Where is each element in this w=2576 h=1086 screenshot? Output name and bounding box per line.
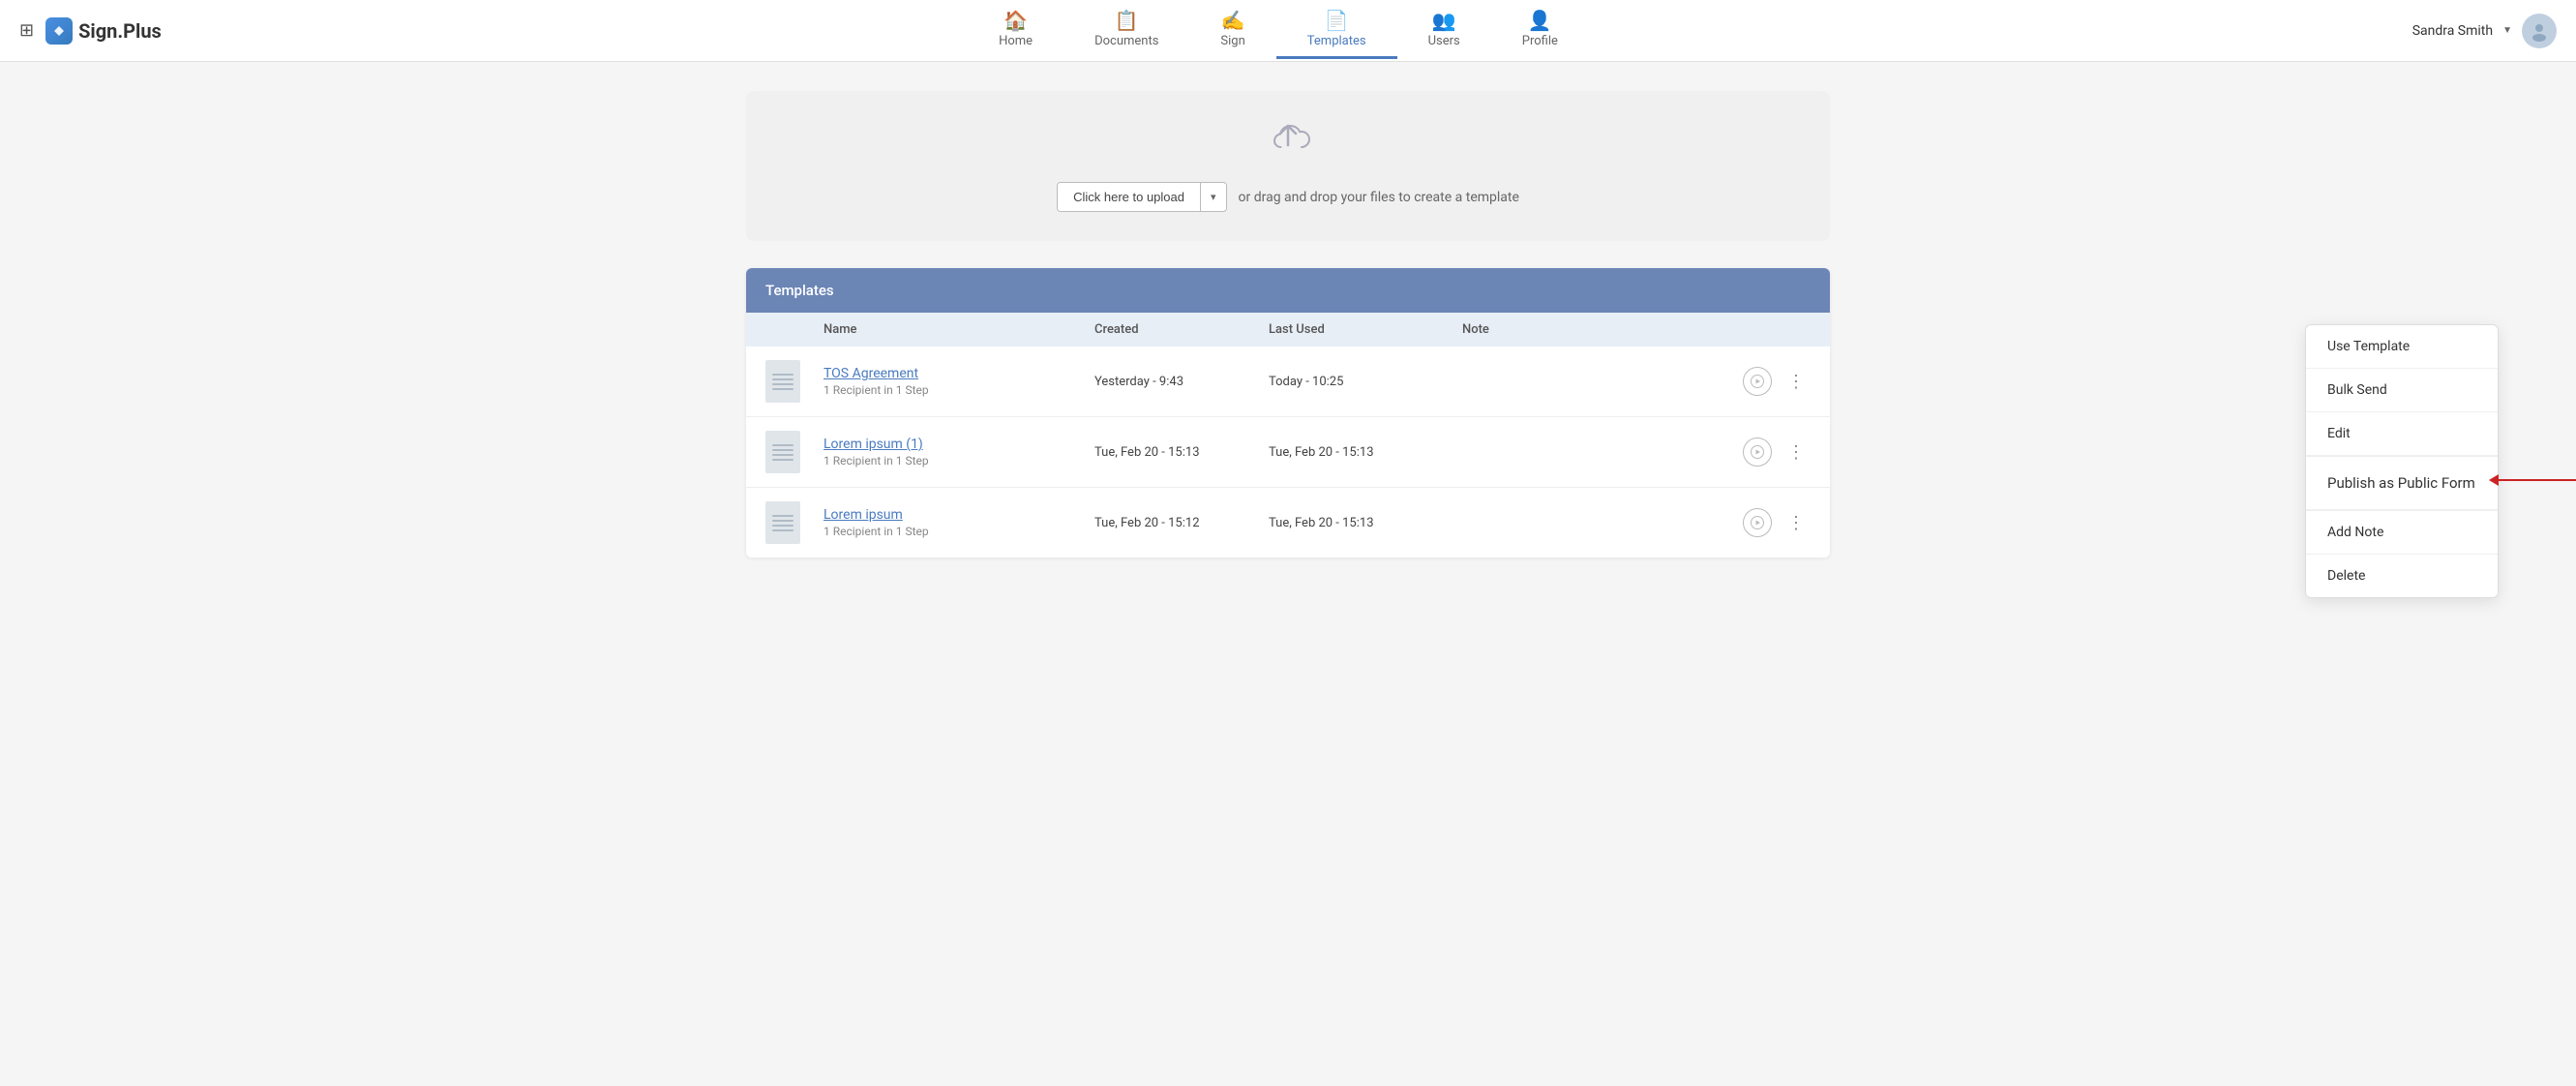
upload-cloud-icon — [1265, 120, 1311, 168]
context-menu-item-use-template[interactable]: Use Template — [2306, 325, 2498, 369]
doc-subtitle: 1 Recipient in 1 Step — [824, 454, 1094, 468]
nav-profile[interactable]: 👤 Profile — [1491, 3, 1589, 59]
home-icon: 🏠 — [1003, 11, 1028, 30]
documents-icon: 📋 — [1115, 11, 1139, 30]
table-row: Lorem ipsum (1) 1 Recipient in 1 Step Tu… — [746, 417, 1830, 488]
created-date: Tue, Feb 20 - 15:13 — [1094, 445, 1269, 460]
col-note: Note — [1462, 322, 1733, 337]
header: ⊞ Sign.Plus 🏠 Home 📋 Documents ✍ Sign 📄 … — [0, 0, 2576, 62]
user-avatar[interactable] — [2522, 14, 2557, 48]
row-actions: ⋮ — [1733, 437, 1811, 467]
user-name: Sandra Smith — [2412, 23, 2493, 39]
app-name: Sign.Plus — [78, 19, 162, 43]
table-row: TOS Agreement 1 Recipient in 1 Step Yest… — [746, 347, 1830, 417]
doc-name[interactable]: Lorem ipsum — [824, 507, 1094, 523]
doc-name[interactable]: Lorem ipsum (1) — [824, 437, 1094, 452]
nav-sign[interactable]: ✍ Sign — [1189, 3, 1275, 59]
last-used-date: Tue, Feb 20 - 15:13 — [1269, 516, 1462, 530]
doc-name[interactable]: TOS Agreement — [824, 366, 1094, 381]
doc-subtitle: 1 Recipient in 1 Step — [824, 383, 1094, 397]
use-template-play-button[interactable] — [1743, 367, 1772, 396]
doc-thumbnail — [765, 431, 800, 473]
context-menu-item-add-note[interactable]: Add Note — [2306, 511, 2498, 555]
main-nav: 🏠 Home 📋 Documents ✍ Sign 📄 Templates 👥 … — [194, 3, 2363, 59]
nav-templates[interactable]: 📄 Templates — [1276, 3, 1397, 59]
use-template-play-button[interactable] — [1743, 437, 1772, 467]
kebab-menu-button[interactable]: ⋮ — [1782, 438, 1811, 467]
table-row: Lorem ipsum 1 Recipient in 1 Step Tue, F… — [746, 488, 1830, 558]
grid-icon[interactable]: ⊞ — [19, 20, 34, 41]
created-date: Yesterday - 9:43 — [1094, 375, 1269, 389]
header-right: Sandra Smith ▼ — [2363, 14, 2557, 48]
last-used-date: Today - 10:25 — [1269, 375, 1462, 389]
col-created: Created — [1094, 322, 1269, 337]
col-last-used: Last Used — [1269, 322, 1462, 337]
row-actions: ⋮ — [1733, 367, 1811, 396]
doc-subtitle: 1 Recipient in 1 Step — [824, 525, 1094, 538]
upload-controls: Click here to upload ▾ or drag and drop … — [1057, 182, 1519, 212]
sign-icon: ✍ — [1221, 11, 1245, 30]
nav-documents[interactable]: 📋 Documents — [1063, 3, 1189, 59]
context-menu: Use Template Bulk Send Edit Publish as P… — [2305, 324, 2499, 598]
upload-button[interactable]: Click here to upload — [1058, 183, 1201, 211]
templates-table-container: Templates Name Created Last Used Note TO… — [746, 268, 1830, 558]
upload-dropdown-arrow[interactable]: ▾ — [1201, 184, 1226, 210]
header-left: ⊞ Sign.Plus — [19, 17, 194, 45]
users-icon: 👥 — [1432, 11, 1456, 30]
nav-home[interactable]: 🏠 Home — [968, 3, 1063, 59]
created-date: Tue, Feb 20 - 15:12 — [1094, 516, 1269, 530]
context-menu-item-edit[interactable]: Edit — [2306, 412, 2498, 456]
context-menu-item-bulk-send[interactable]: Bulk Send — [2306, 369, 2498, 412]
kebab-menu-button[interactable]: ⋮ — [1782, 368, 1811, 396]
user-dropdown-arrow[interactable]: ▼ — [2502, 25, 2512, 36]
logo-icon — [45, 17, 73, 45]
last-used-date: Tue, Feb 20 - 15:13 — [1269, 445, 1462, 460]
table-column-headers: Name Created Last Used Note — [746, 313, 1830, 347]
doc-thumbnail — [765, 501, 800, 544]
row-actions: ⋮ — [1733, 508, 1811, 537]
main-content: Click here to upload ▾ or drag and drop … — [707, 62, 1869, 587]
doc-info: TOS Agreement 1 Recipient in 1 Step — [824, 366, 1094, 397]
table-title-bar: Templates — [746, 268, 1830, 313]
use-template-play-button[interactable] — [1743, 508, 1772, 537]
doc-info: Lorem ipsum (1) 1 Recipient in 1 Step — [824, 437, 1094, 468]
arrow-line — [2499, 479, 2576, 481]
col-name: Name — [824, 322, 1094, 337]
context-menu-item-publish[interactable]: Publish as Public Form — [2306, 457, 2498, 510]
templates-icon: 📄 — [1325, 11, 1349, 30]
nav-users[interactable]: 👥 Users — [1397, 3, 1491, 59]
profile-icon: 👤 — [1528, 11, 1552, 30]
kebab-menu-button[interactable]: ⋮ — [1782, 509, 1811, 537]
upload-button-group[interactable]: Click here to upload ▾ — [1057, 182, 1226, 212]
logo: Sign.Plus — [45, 17, 162, 45]
doc-thumbnail — [765, 360, 800, 403]
doc-info: Lorem ipsum 1 Recipient in 1 Step — [824, 507, 1094, 538]
arrow-annotation — [2489, 474, 2576, 486]
context-menu-item-delete[interactable]: Delete — [2306, 555, 2498, 597]
table-title: Templates — [765, 282, 834, 299]
upload-hint: or drag and drop your files to create a … — [1239, 190, 1519, 205]
upload-area: Click here to upload ▾ or drag and drop … — [746, 91, 1830, 241]
